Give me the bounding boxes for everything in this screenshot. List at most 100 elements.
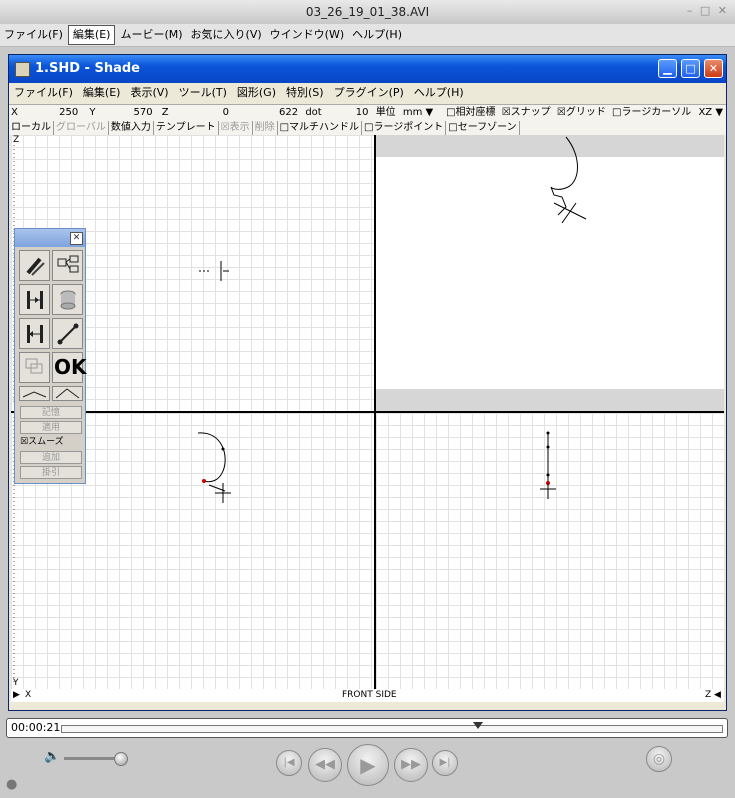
maximize-button[interactable]: □ (681, 59, 700, 78)
side-view[interactable] (376, 413, 724, 689)
view-select[interactable]: XZ ▼ (694, 105, 726, 121)
copy-tool-button[interactable] (19, 352, 50, 383)
snap-checkbox[interactable]: ☒スナップ (499, 105, 551, 121)
x-axis-label: X (25, 690, 32, 700)
fast-forward-button[interactable]: ▶▶ (394, 748, 428, 782)
side-view-drawing (540, 431, 556, 499)
memory-button[interactable]: 記憶 (20, 406, 82, 419)
player-menu-edit[interactable]: 編集(E) (67, 25, 116, 45)
add-button[interactable]: 追加 (20, 451, 82, 464)
high-curve-button[interactable] (52, 386, 83, 401)
fast-forward-icon: ▶▶ (401, 757, 421, 772)
apply-button[interactable]: 適用 (20, 421, 82, 434)
play-button[interactable]: ▶ (347, 744, 389, 786)
large-cursor-checkbox[interactable]: □ラージカーソル (609, 105, 691, 121)
info-button[interactable]: ◎ (646, 746, 672, 772)
volume-slider[interactable] (64, 752, 128, 766)
go-to-start-button[interactable]: |◀ (276, 750, 302, 776)
player-menu-window[interactable]: ウインドウ(W) (266, 24, 348, 46)
menu-shape[interactable]: 図形(G) (232, 83, 281, 103)
menu-tool[interactable]: ツール(T) (174, 83, 232, 103)
grid-checkbox[interactable]: ☒グリッド (554, 105, 606, 121)
player-title: 03_26_19_01_38.AVI (305, 5, 430, 19)
player-menu-file[interactable]: ファイル(F) (0, 24, 67, 46)
y-label: Y (89, 107, 96, 118)
palette-close-icon[interactable]: ✕ (70, 232, 83, 245)
pencil-tool-button[interactable] (19, 250, 50, 281)
player-window-buttons[interactable]: – □ ✕ (687, 4, 729, 17)
delete-button[interactable]: 削除 (253, 121, 278, 135)
hierarchy-tool-button[interactable] (52, 250, 83, 281)
playhead[interactable] (472, 722, 483, 729)
relative-coord-checkbox[interactable]: □相対座標 (446, 105, 495, 121)
palette-title-bar[interactable]: ✕ (15, 229, 85, 247)
x-value[interactable]: 250 (28, 105, 78, 121)
curve-low-icon (22, 391, 47, 398)
show-checkbox[interactable]: ☒表示 (219, 121, 253, 135)
play-icon: ▶ (360, 753, 376, 777)
info-icon: ◎ (652, 751, 666, 767)
unit-number[interactable]: 10 (341, 105, 369, 121)
go-to-end-button[interactable]: ▶| (432, 750, 458, 776)
smooth-checkbox[interactable]: ☒スムーズ (20, 436, 82, 449)
line-tool-button[interactable] (52, 318, 83, 349)
safe-zone-checkbox[interactable]: □セーフゾーン (446, 121, 520, 135)
hierarchy-icon (57, 255, 79, 273)
menu-help[interactable]: ヘルプ(H) (409, 83, 469, 103)
curve-high-icon (55, 388, 80, 399)
view-footer: Y ▶ X FRONT SIDE Z ◀ (11, 678, 724, 702)
multi-handle-checkbox[interactable]: □マルチハンドル (278, 121, 363, 135)
z-value[interactable]: 0 (179, 105, 229, 121)
unit-select[interactable]: mm ▼ (399, 105, 443, 121)
player-menu-bar: ファイル(F) 編集(E) ムービー(M) お気に入り(V) ウインドウ(W) ヘルプ(H… (0, 24, 735, 47)
local-button[interactable]: ローカル (9, 121, 54, 135)
large-point-checkbox[interactable]: □ラージポイント (362, 121, 447, 135)
view-name-label: FRONT SIDE (342, 690, 397, 700)
option-bar: ローカル グローバル 数値入力 テンプレート ☒表示 削除 □マルチハンドル □ラージポイント… (9, 121, 726, 135)
shade-title-bar: 1.SHD - Shade ▁ □ ✕ (9, 55, 726, 83)
player-menu-favorites[interactable]: お気に入り(V) (187, 24, 266, 46)
menu-edit[interactable]: 編集(E) (78, 83, 126, 103)
menu-view[interactable]: 表示(V) (125, 83, 173, 103)
volume-knob[interactable] (113, 752, 128, 766)
dot-value[interactable]: 622 (232, 105, 298, 121)
speaker-icon[interactable]: 🔈 (44, 749, 60, 764)
z-label: Z (161, 107, 169, 118)
y-value[interactable]: 570 (107, 105, 152, 121)
template-button[interactable]: テンプレート (154, 121, 219, 135)
move-arrows-icon (27, 325, 43, 343)
ok-button[interactable]: OK (52, 352, 87, 383)
shade-menu-bar: ファイル(F) 編集(E) 表示(V) ツール(T) 図形(G) 特別(S) プラグイン(P… (9, 83, 726, 103)
time-bar: 00:00:21 (6, 718, 728, 738)
low-curve-button[interactable] (19, 386, 50, 401)
scale-arrows-icon (27, 291, 43, 309)
subtract-button[interactable]: 掛引 (20, 466, 82, 479)
move-tool-button[interactable] (19, 318, 50, 349)
shade-window: 1.SHD - Shade ▁ □ ✕ ファイル(F) 編集(E) 表示(V) ツール… (8, 54, 727, 711)
menu-plugin[interactable]: プラグイン(P) (329, 83, 409, 103)
axis-origin-icon: ▶ (13, 690, 20, 700)
copy-icon (25, 358, 43, 374)
x-label: X (11, 107, 18, 118)
menu-special[interactable]: 特別(S) (281, 83, 329, 103)
perspective-view[interactable] (376, 135, 724, 411)
menu-file[interactable]: ファイル(F) (9, 83, 78, 103)
figure-window: Z Y ▶ X FRONT SIDE Z ◀ (11, 135, 724, 702)
z-right-label: Z (705, 690, 712, 700)
player-menu-help[interactable]: ヘルプ(H) (348, 24, 406, 46)
player-menu-movie[interactable]: ムービー(M) (116, 24, 186, 46)
cylinder-icon (60, 290, 76, 310)
timeline-track[interactable] (61, 722, 723, 733)
rewind-button[interactable]: ◀◀ (308, 748, 342, 782)
close-button[interactable]: ✕ (704, 59, 723, 78)
go-to-start-icon: |◀ (283, 757, 295, 768)
scale-tool-button[interactable] (19, 284, 50, 315)
tool-palette: ✕ OK 記憶 適用 ☒スムーズ 追加 掛引 (14, 228, 87, 484)
line-icon (57, 323, 79, 345)
cylinder-tool-button[interactable] (52, 284, 83, 315)
minimize-button[interactable]: ▁ (658, 59, 677, 78)
go-to-end-icon: ▶| (439, 757, 451, 768)
global-button[interactable]: グローバル (54, 121, 109, 135)
shade-app-icon (15, 62, 30, 77)
numeric-input-button[interactable]: 数値入力 (109, 121, 154, 135)
